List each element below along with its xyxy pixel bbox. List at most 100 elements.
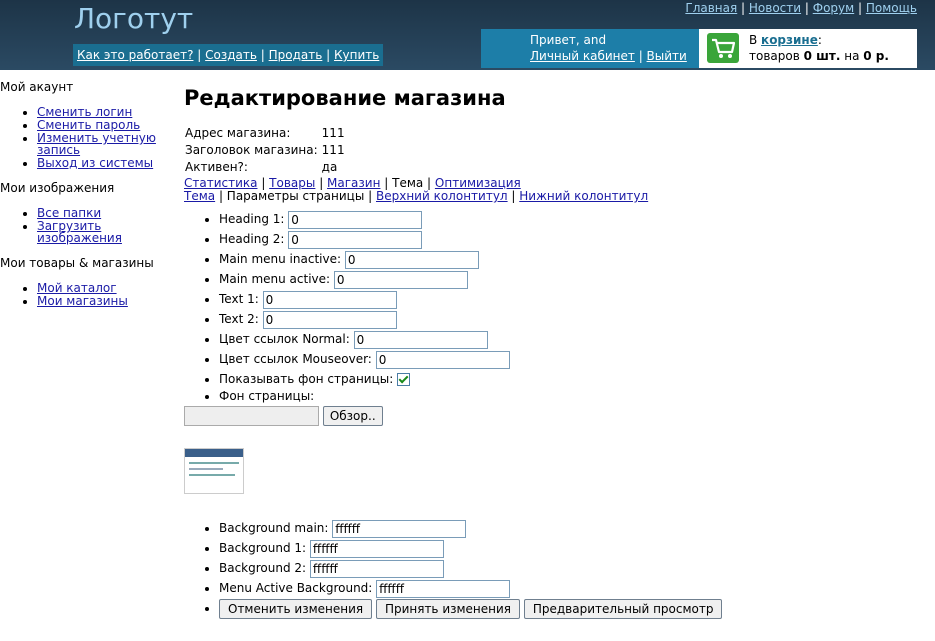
all-folders-link[interactable]: Все папки — [37, 206, 101, 220]
info-value: 111 — [321, 142, 345, 157]
form-row: Background main: — [219, 518, 924, 538]
form-row: Menu Active Background: — [219, 578, 924, 598]
list-item: Загрузить изображения — [37, 220, 170, 244]
background-main-input[interactable] — [332, 519, 467, 538]
text1-input[interactable] — [262, 290, 397, 309]
apply-changes-button[interactable]: Принять изменения — [375, 598, 521, 619]
create-link[interactable]: Создать — [205, 48, 257, 62]
field-label: Background 2: — [219, 561, 307, 575]
cart-prefix: В — [749, 33, 762, 47]
my-catalog-link[interactable]: Мой каталог — [37, 281, 117, 295]
images-title: Мои изображения — [0, 181, 115, 195]
field-label: Text 1: — [219, 292, 259, 306]
text2-input[interactable] — [262, 310, 397, 329]
form-row: Heading 1: — [219, 209, 924, 229]
cart-line2: товаров 0 шт. на 0 р. — [749, 49, 889, 63]
list-item: Мои магазины — [37, 295, 170, 307]
buy-link[interactable]: Купить — [334, 48, 379, 62]
file-path-input[interactable] — [184, 406, 319, 426]
form-row: Background 2: — [219, 558, 924, 578]
form-row: Цвет ссылок Normal: — [219, 329, 924, 349]
form-row: Показывать фон страницы: — [219, 369, 924, 389]
upload-images-link[interactable]: Загрузить изображения — [37, 219, 122, 245]
change-login-link[interactable]: Сменить логин — [37, 105, 132, 119]
user-links: Личный кабинет | Выйти — [530, 49, 687, 63]
cart-icon[interactable] — [707, 33, 739, 63]
goods-list: Мой каталог Мои магазины — [0, 282, 170, 307]
tab-shop[interactable]: Магазин — [327, 176, 380, 190]
table-row: Заголовок магазина: 111 — [184, 141, 348, 158]
my-shops-link[interactable]: Мои магазины — [37, 294, 128, 308]
field-label: Background main: — [219, 521, 329, 535]
logout-link[interactable]: Выйти — [647, 49, 687, 63]
form-row: Background 1: — [219, 538, 924, 558]
cart-line1: В корзине: — [749, 33, 822, 47]
change-password-link[interactable]: Сменить пароль — [37, 118, 140, 132]
top-nav: Главная | Новости | Форум | Помощь — [685, 1, 917, 15]
field-label: Main menu inactive: — [219, 252, 342, 266]
nav-help-link[interactable]: Помощь — [866, 1, 917, 15]
field-label: Показывать фон страницы: — [219, 372, 394, 386]
field-label: Heading 1: — [219, 212, 285, 226]
heading1-input[interactable] — [288, 210, 423, 229]
menu-active-bg-input[interactable] — [376, 579, 511, 598]
link-color-normal-input[interactable] — [353, 330, 488, 349]
images-list: Все папки Загрузить изображения — [0, 207, 170, 244]
field-label: Background 1: — [219, 541, 307, 555]
header: Логотут Главная | Новости | Форум | Помо… — [0, 0, 935, 70]
nav-home-link[interactable]: Главная — [685, 1, 737, 15]
cart-sum: 0 р. — [863, 49, 889, 63]
sidebar: Мой акаунт Сменить логин Сменить пароль … — [0, 80, 170, 319]
info-label: Адрес магазина: — [185, 125, 291, 140]
account-list: Сменить логин Сменить пароль Изменить уч… — [0, 106, 170, 169]
subtab-header[interactable]: Верхний колонтитул — [376, 189, 508, 203]
heading2-input[interactable] — [288, 230, 423, 249]
tab-theme-active: Тема — [392, 176, 424, 190]
field-label: Цвет ссылок Normal: — [219, 332, 350, 346]
nav-forum-link[interactable]: Форум — [813, 1, 854, 15]
nav-news-link[interactable]: Новости — [749, 1, 801, 15]
goods-title: Мои товары & магазины — [0, 256, 154, 270]
account-title: Мой акаунт — [0, 80, 74, 94]
greeting: Привет, and — [530, 33, 607, 47]
how-it-works-link[interactable]: Как это работает? — [77, 48, 193, 62]
subtab-theme[interactable]: Тема — [184, 189, 215, 203]
browse-button[interactable]: Обзор.. — [322, 406, 383, 426]
form-row: Фон страницы: Обзор.. — [184, 389, 924, 494]
secondary-tabs: Тема | Параметры страницы | Верхний коло… — [184, 189, 649, 203]
list-item: Выход из системы — [37, 157, 170, 169]
tab-optimization[interactable]: Оптимизация — [435, 176, 521, 190]
sell-link[interactable]: Продать — [269, 48, 323, 62]
logout-side-link[interactable]: Выход из системы — [37, 156, 153, 170]
cart-link[interactable]: корзине — [761, 33, 818, 47]
file-upload: Обзор.. — [184, 406, 924, 426]
bg-preview-thumbnail — [184, 448, 244, 494]
link-color-mouseover-input[interactable] — [375, 350, 510, 369]
background2-input[interactable] — [309, 559, 444, 578]
user-box: Привет, and Личный кабинет | Выйти — [481, 29, 699, 68]
field-label: Menu Active Background: — [219, 581, 373, 595]
list-item: Изменить учетную запись — [37, 132, 170, 156]
info-value: 111 — [321, 125, 345, 140]
cart-goods: товаров — [749, 49, 804, 63]
form-row: Text 2: — [219, 309, 924, 329]
info-value: да — [321, 159, 338, 174]
tab-goods[interactable]: Товары — [269, 176, 315, 190]
field-label: Цвет ссылок Mouseover: — [219, 352, 372, 366]
preview-button[interactable]: Предварительный просмотр — [523, 598, 723, 619]
info-label: Активен?: — [185, 159, 248, 174]
subtab-page-params-active: Параметры страницы — [226, 189, 365, 203]
main-menu-inactive-input[interactable] — [344, 250, 479, 269]
edit-account-link[interactable]: Изменить учетную запись — [37, 131, 156, 157]
cancel-changes-button[interactable]: Отменить изменения — [219, 598, 373, 619]
background1-input[interactable] — [309, 539, 444, 558]
main-menu-active-input[interactable] — [333, 270, 468, 289]
cabinet-link[interactable]: Личный кабинет — [530, 49, 635, 63]
subtab-footer[interactable]: Нижний колонтитул — [519, 189, 648, 203]
main-content: Редактирование магазина Адрес магазина: 1… — [184, 86, 924, 619]
show-bg-checkbox[interactable] — [397, 373, 411, 386]
main-nav: Как это работает? | Создать | Продать | … — [73, 44, 384, 66]
field-label: Heading 2: — [219, 232, 285, 246]
logo[interactable]: Логотут — [74, 2, 193, 35]
tab-statistics[interactable]: Статистика — [184, 176, 258, 190]
